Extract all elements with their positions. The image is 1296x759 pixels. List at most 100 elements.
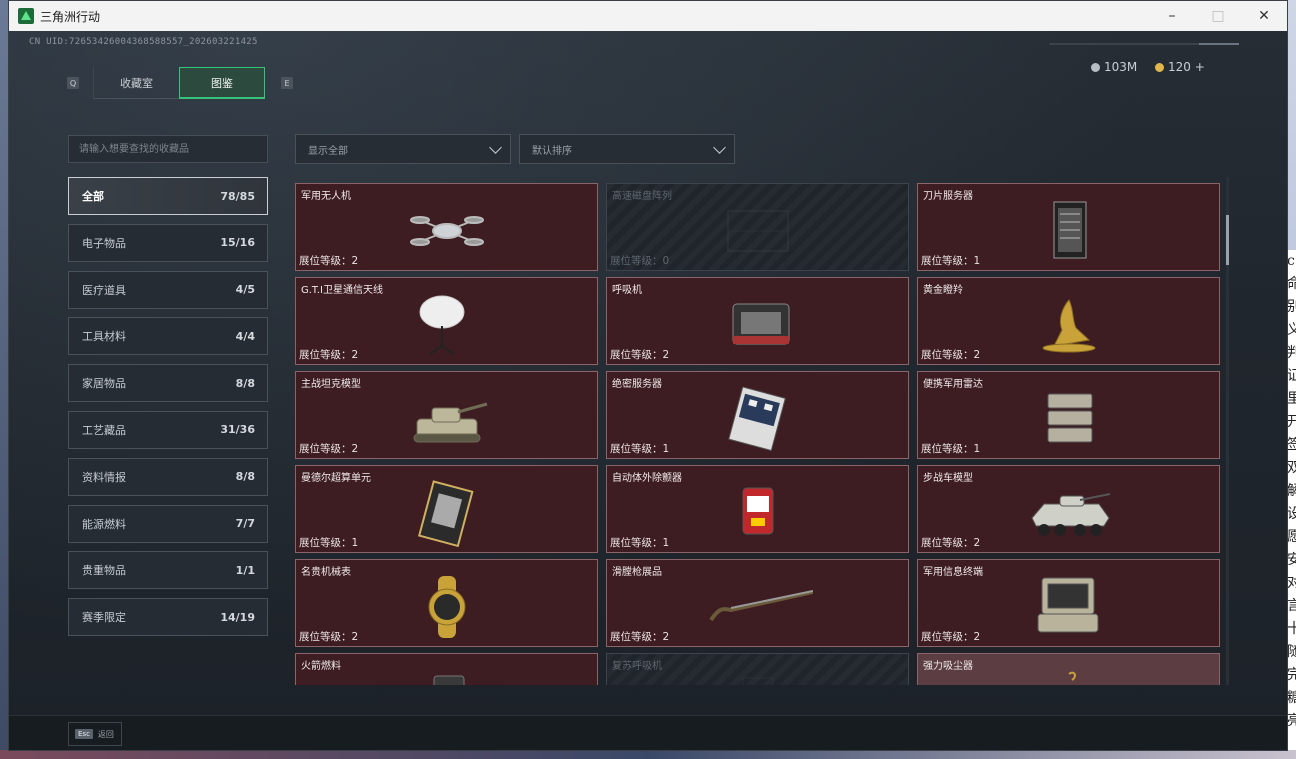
tab-next-key-hint[interactable]: E bbox=[281, 77, 293, 89]
item-card-4[interactable]: 呼吸机展位等级：2 bbox=[606, 277, 909, 365]
terminal-icon bbox=[1014, 572, 1124, 642]
item-name: 黄金瞪羚 bbox=[923, 285, 963, 296]
background-doc-char: 别 bbox=[1287, 299, 1296, 315]
item-card-12[interactable]: 名贵机械表 展位等级：2 bbox=[295, 559, 598, 647]
user-uid: CN UID:7265342600436858855​7_20260322142… bbox=[29, 37, 258, 47]
item-level: 展位等级：2 bbox=[921, 631, 981, 643]
maximize-icon[interactable]: □ bbox=[1195, 1, 1241, 31]
footer-bar: Esc 返回 bbox=[9, 715, 1287, 750]
golden-gazelle-icon bbox=[1014, 290, 1124, 360]
background-doc-char: 糖亮 bbox=[1287, 690, 1296, 729]
category-item-9[interactable]: 赛季限定 14/19 bbox=[68, 598, 268, 637]
item-level: 展位等级：2 bbox=[299, 443, 359, 455]
item-card-7[interactable]: 绝密服务器 展位等级：1 bbox=[606, 371, 909, 459]
category-item-7[interactable]: 能源燃料 7/7 bbox=[68, 504, 268, 543]
background-doc-char: 随 bbox=[1287, 644, 1296, 660]
item-card-3[interactable]: G.T.I卫星通信天线 展位等级：2 bbox=[295, 277, 598, 365]
category-item-5[interactable]: 工艺藏品 31/36 bbox=[68, 410, 268, 449]
item-level: 展位等级：2 bbox=[610, 631, 670, 643]
item-name: 曼德尔超算单元 bbox=[301, 473, 371, 484]
item-card-10[interactable]: 自动体外除颤器 展位等级：1 bbox=[606, 465, 909, 553]
item-grid: 军用无人机 展位等级：2 高速磁盘阵列 展位等级：0 刀片服务器 展位等级：1 G.T.I卫… bbox=[295, 183, 1220, 685]
background-doc-char: 义 bbox=[1287, 322, 1296, 338]
drone-icon bbox=[392, 196, 502, 266]
background-doc-char: 言 bbox=[1287, 598, 1296, 614]
tab-collection-room[interactable]: 收藏室 bbox=[93, 67, 179, 99]
category-item-1[interactable]: 电子物品 15/16 bbox=[68, 223, 268, 262]
category-item-0[interactable]: 全部 78/85 bbox=[68, 177, 268, 215]
resuscitator-icon bbox=[703, 666, 813, 685]
currency-gold[interactable]: 120 + bbox=[1155, 60, 1205, 74]
back-button[interactable]: Esc 返回 bbox=[68, 722, 122, 746]
item-name: 步战车模型 bbox=[923, 473, 973, 484]
server-icon bbox=[1014, 196, 1124, 266]
item-name: 呼吸机 bbox=[612, 285, 642, 296]
filter-show-dropdown[interactable]: 显示全部 bbox=[295, 134, 511, 164]
title-bar[interactable]: 三角洲行动 – □ ✕ bbox=[9, 1, 1287, 31]
item-card-2[interactable]: 刀片服务器 展位等级：1 bbox=[917, 183, 1220, 271]
item-card-11[interactable]: 步战车模型 展位等级：2 bbox=[917, 465, 1220, 553]
item-card-14[interactable]: 军用信息终端 展位等级：2 bbox=[917, 559, 1220, 647]
item-level: 展位等级：2 bbox=[610, 349, 670, 361]
category-count: 1/1 bbox=[235, 563, 255, 577]
item-card-9[interactable]: 曼德尔超算单元 展位等级：1 bbox=[295, 465, 598, 553]
scrollbar-thumb[interactable] bbox=[1226, 215, 1229, 265]
background-doc-char: 里 bbox=[1287, 391, 1296, 407]
window-title: 三角洲行动 bbox=[40, 9, 101, 24]
window-controls: – □ ✕ bbox=[1149, 1, 1287, 31]
item-level: 展位等级：1 bbox=[921, 255, 981, 267]
background-doc-char: 判 bbox=[1287, 345, 1296, 361]
app-logo-icon bbox=[18, 8, 34, 24]
watch-icon bbox=[392, 572, 502, 642]
category-item-6[interactable]: 资料情报 8/8 bbox=[68, 457, 268, 496]
top-tabs: 收藏室 图鉴 bbox=[93, 67, 265, 99]
category-label: 电子物品 bbox=[82, 236, 126, 250]
defibrillator-icon bbox=[703, 478, 813, 548]
tab-catalog[interactable]: 图鉴 bbox=[179, 67, 265, 99]
sort-dropdown[interactable]: 默认排序 bbox=[519, 134, 735, 164]
category-count: 15/16 bbox=[220, 236, 255, 250]
background-doc-char: 命 bbox=[1287, 276, 1296, 292]
category-item-8[interactable]: 贵重物品 1/1 bbox=[68, 551, 268, 590]
item-name: 军用无人机 bbox=[301, 191, 351, 202]
category-item-4[interactable]: 家居物品 8/8 bbox=[68, 364, 268, 403]
category-count: 8/8 bbox=[235, 470, 255, 484]
background-doc-char: 对 bbox=[1287, 575, 1296, 591]
item-name: 强力吸尘器 bbox=[923, 661, 973, 672]
grid-scrollbar[interactable] bbox=[1226, 177, 1229, 685]
close-icon[interactable]: ✕ bbox=[1241, 1, 1287, 31]
item-level: 展位等级：2 bbox=[921, 349, 981, 361]
item-card-8[interactable]: 便携军用雷达 展位等级：1 bbox=[917, 371, 1220, 459]
currency-silver[interactable]: 103M bbox=[1091, 60, 1137, 74]
category-label: 赛季限定 bbox=[82, 611, 126, 625]
ventilator-icon bbox=[703, 290, 813, 360]
desktop-taskbar-edge bbox=[0, 750, 1296, 759]
item-card-1[interactable]: 高速磁盘阵列 展位等级：0 bbox=[606, 183, 909, 271]
item-name: G.T.I卫星通信天线 bbox=[301, 285, 383, 296]
silver-coin-icon bbox=[1091, 62, 1100, 72]
item-card-0[interactable]: 军用无人机 展位等级：2 bbox=[295, 183, 598, 271]
collection-screen: CN UID:7265342600436858855​7_20260322142… bbox=[9, 31, 1287, 750]
background-doc-char: 签 bbox=[1287, 437, 1296, 453]
item-name: 军用信息终端 bbox=[923, 567, 983, 578]
item-name: 高速磁盘阵列 bbox=[612, 191, 672, 202]
tab-prev-key-hint[interactable]: Q bbox=[67, 77, 79, 89]
item-card-16[interactable]: 复苏呼吸机 bbox=[606, 653, 909, 685]
minimize-icon[interactable]: – bbox=[1149, 1, 1195, 31]
item-card-5[interactable]: 黄金瞪羚展位等级：2 bbox=[917, 277, 1220, 365]
category-count: 8/8 bbox=[235, 376, 255, 390]
radar-icon bbox=[1014, 384, 1124, 454]
item-card-17[interactable]: 强力吸尘器 bbox=[917, 653, 1220, 685]
back-label: 返回 bbox=[97, 729, 114, 739]
search-input[interactable] bbox=[68, 135, 268, 163]
item-card-13[interactable]: 滑膛枪展品 展位等级：2 bbox=[606, 559, 909, 647]
item-name: 复苏呼吸机 bbox=[612, 661, 662, 672]
item-card-15[interactable]: 火箭燃料 bbox=[295, 653, 598, 685]
item-card-6[interactable]: 主战坦克模型 展位等级：2 bbox=[295, 371, 598, 459]
item-level: 展位等级：1 bbox=[610, 443, 670, 455]
silver-amount: 103M bbox=[1104, 60, 1138, 74]
category-item-2[interactable]: 医疗道具 4/5 bbox=[68, 270, 268, 309]
item-name: 主战坦克模型 bbox=[301, 379, 361, 390]
category-item-3[interactable]: 工具材料 4/4 bbox=[68, 317, 268, 356]
background-doc-char: 完 bbox=[1287, 667, 1296, 683]
